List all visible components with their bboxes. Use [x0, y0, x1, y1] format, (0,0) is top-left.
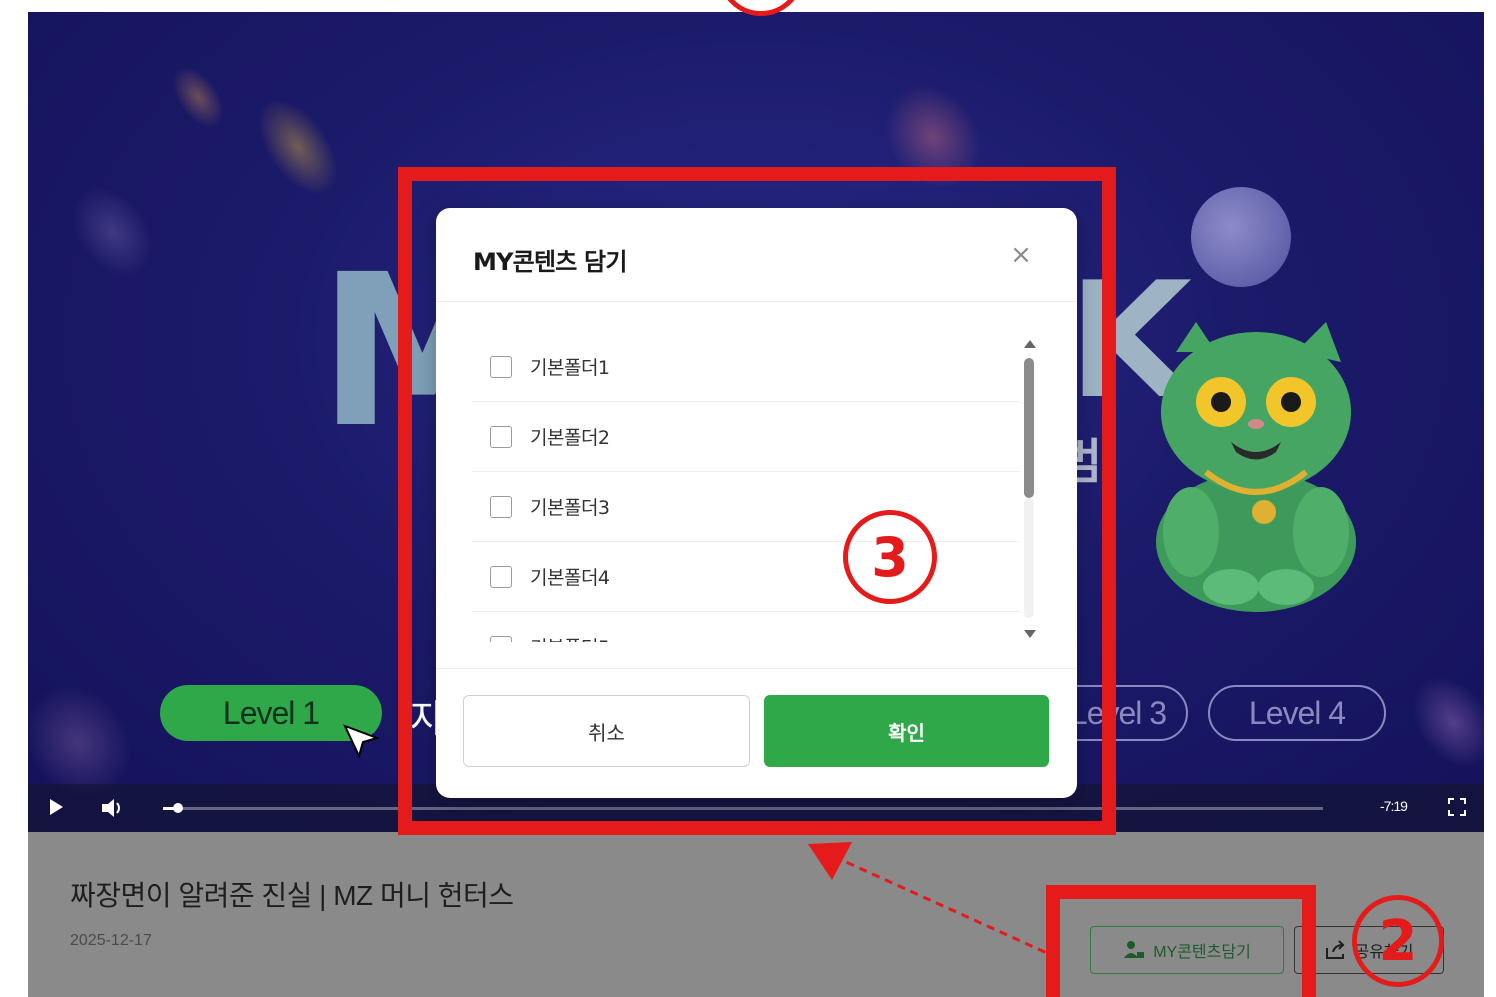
annotation-dashed-arrow — [808, 842, 1059, 960]
screenshot-stage: M K 범 Level 1 자 Level 3 Level 4 -7:19 짜장… — [0, 0, 1496, 997]
